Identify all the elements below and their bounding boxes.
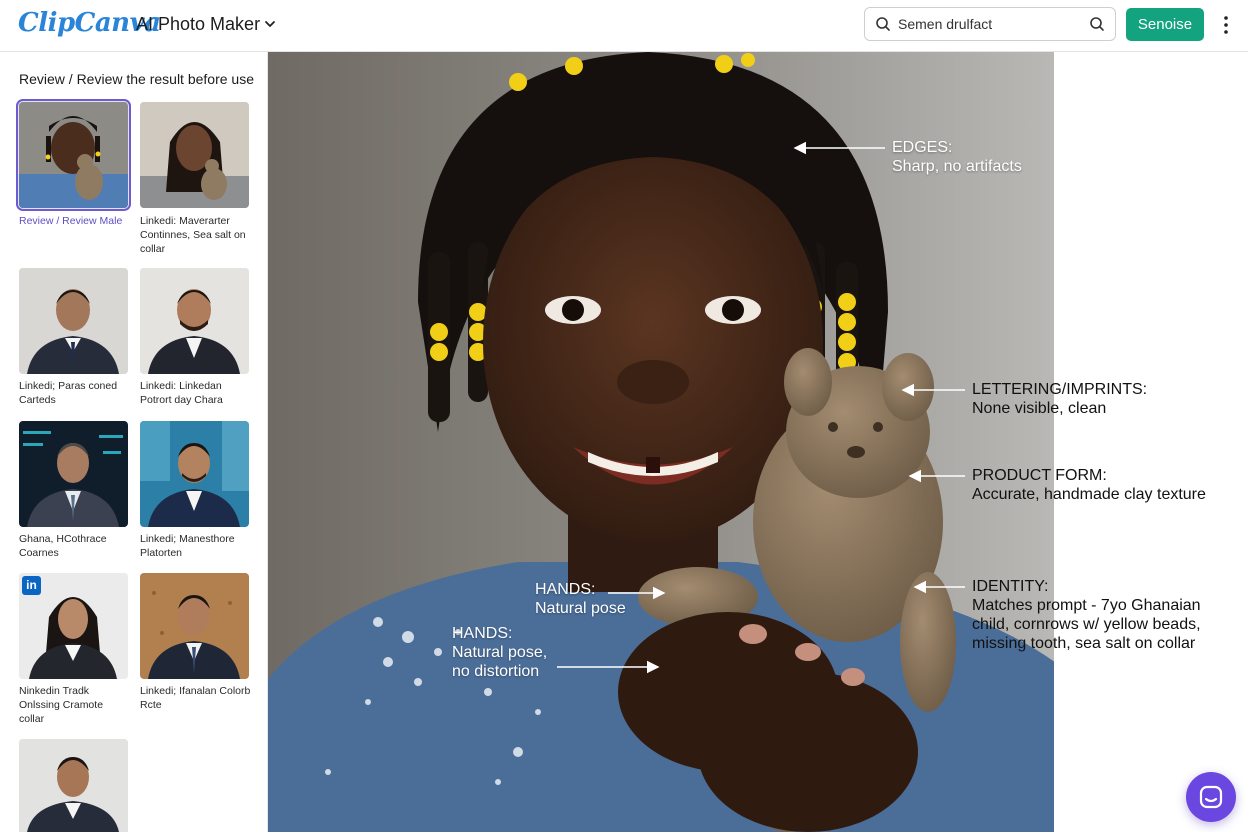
chat-support-button[interactable] (1186, 772, 1236, 822)
top-bar: ClipCanva AI Photo Maker Senoise (0, 0, 1248, 52)
result-thumbnail[interactable] (19, 739, 128, 832)
annotation-body: Matches prompt - 7yo Ghanaian child, cor… (972, 597, 1201, 652)
result-thumbnail[interactable] (19, 421, 128, 527)
annotation-product-form: PRODUCT FORM: Accurate, handmade clay te… (972, 466, 1232, 504)
result-thumbnail[interactable] (140, 573, 249, 679)
result-thumbnail[interactable] (19, 268, 128, 374)
annotation-body: Natural pose (535, 600, 626, 617)
businessman-cork-background-image (140, 573, 249, 679)
result-thumbnail[interactable]: in (19, 573, 128, 679)
annotation-lettering: LETTERING/IMPRINTS: None visible, clean (972, 380, 1222, 418)
annotation-hands-pose: HANDS: Natural pose (535, 580, 645, 618)
annotation-heading: HANDS: (535, 581, 596, 598)
result-thumbnail[interactable] (140, 268, 249, 374)
kebab-menu-icon[interactable] (1218, 14, 1234, 36)
app-title[interactable]: AI Photo Maker (136, 14, 260, 35)
result-thumbnail[interactable] (140, 102, 249, 208)
annotation-heading: IDENTITY: (972, 578, 1049, 595)
result-thumbnail[interactable] (140, 421, 249, 527)
chevron-down-icon[interactable] (262, 16, 278, 32)
thumbnail-caption[interactable]: Linkedi; Manesthore Platorten (140, 532, 252, 560)
breadcrumb: Review / Review the result before use (19, 71, 254, 87)
annotation-body: None visible, clean (972, 400, 1107, 417)
girl-portrait-image (140, 102, 249, 208)
annotation-heading: HANDS: (452, 625, 513, 642)
businessman-portrait-image (140, 268, 249, 374)
primary-action-button[interactable]: Senoise (1126, 8, 1204, 41)
annotation-edges: EDGES: Sharp, no artifacts (892, 138, 1072, 176)
thumbnail-caption[interactable]: Ninkedin Tradk Onlssing Cramote collar (19, 684, 131, 726)
thumbnail-caption[interactable]: Linkedi: Linkedan Potrort day Chara (140, 379, 252, 407)
search-input[interactable] (898, 13, 1078, 35)
annotation-body: Accurate, handmade clay texture (972, 486, 1206, 503)
girl-with-clay-toy-image (19, 102, 128, 208)
annotation-heading: LETTERING/IMPRINTS: (972, 381, 1148, 398)
search-field[interactable] (864, 7, 1116, 41)
annotation-hands-distortion: HANDS: Natural pose, no distortion (452, 624, 562, 681)
result-thumbnail[interactable] (16, 99, 131, 211)
businessman-portrait-image (19, 739, 128, 832)
search-icon (876, 17, 890, 31)
thumbnail-caption[interactable]: Linkedi; Ifanalan Colorb Rcte (140, 684, 252, 712)
linkedin-icon: in (22, 576, 41, 595)
thumbnail-caption[interactable]: Review / Review Male (19, 214, 131, 228)
businessman-portrait-image (19, 268, 128, 374)
annotation-heading: EDGES: (892, 139, 953, 156)
thumbnail-caption[interactable]: Linkedi; Paras coned Carteds (19, 379, 131, 407)
search-icon[interactable] (1089, 16, 1105, 32)
thumbnail-caption[interactable]: Ghana, HCothrace Coarnes (19, 532, 131, 560)
results-sidebar: Review / Review the result before use Re… (0, 52, 268, 832)
annotation-identity: IDENTITY: Matches prompt - 7yo Ghanaian … (972, 577, 1222, 653)
thumbnail-caption[interactable]: Linkedi: Maverarter Continnes, Sea salt … (140, 214, 252, 256)
businessman-blue-office-image (140, 421, 249, 527)
chat-icon (1199, 785, 1223, 809)
annotation-body: Sharp, no artifacts (892, 158, 1022, 175)
annotation-body: Natural pose, no distortion (452, 644, 548, 680)
annotation-heading: PRODUCT FORM: (972, 467, 1107, 484)
businessman-tech-background-image (19, 421, 128, 527)
